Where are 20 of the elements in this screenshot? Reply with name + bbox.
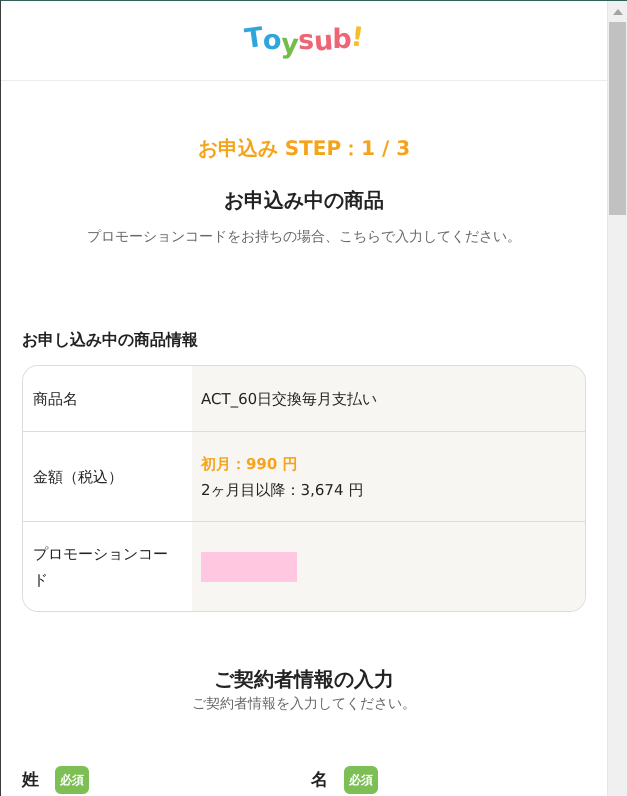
row-label: 商品名 — [33, 388, 78, 410]
row-label: 金額（税込） — [33, 466, 123, 488]
scrollbar-thumb[interactable] — [609, 22, 626, 215]
scrollbar[interactable] — [607, 1, 627, 796]
row-label: プロモーションコード — [33, 544, 169, 590]
field-label: 姓 — [22, 769, 39, 792]
section-title: お申込み中の商品 — [223, 187, 385, 214]
regular-price: 2ヶ月目以降：3,674 円 — [201, 480, 364, 500]
logo[interactable]: Toysub! — [244, 24, 364, 58]
step-indicator: お申込み STEP：1 / 3 — [196, 135, 412, 162]
section-title: ご契約者情報の入力 — [213, 666, 395, 693]
scroll-up-arrow-icon[interactable] — [612, 9, 622, 15]
first-month-price: 初月：990 円 — [201, 454, 299, 474]
section-description: ご契約者情報を入力してください。 — [191, 695, 417, 714]
section-description: プロモーションコードをお持ちの場合、こちらで入力してください。 — [86, 228, 522, 247]
table-heading: お申し込み中の商品情報 — [22, 329, 199, 351]
product-name-value: ACT_60日交換毎月支払い — [201, 388, 378, 410]
field-label: 名 — [311, 769, 328, 792]
required-badge: 必須 — [55, 766, 89, 794]
required-badge: 必須 — [344, 766, 378, 794]
